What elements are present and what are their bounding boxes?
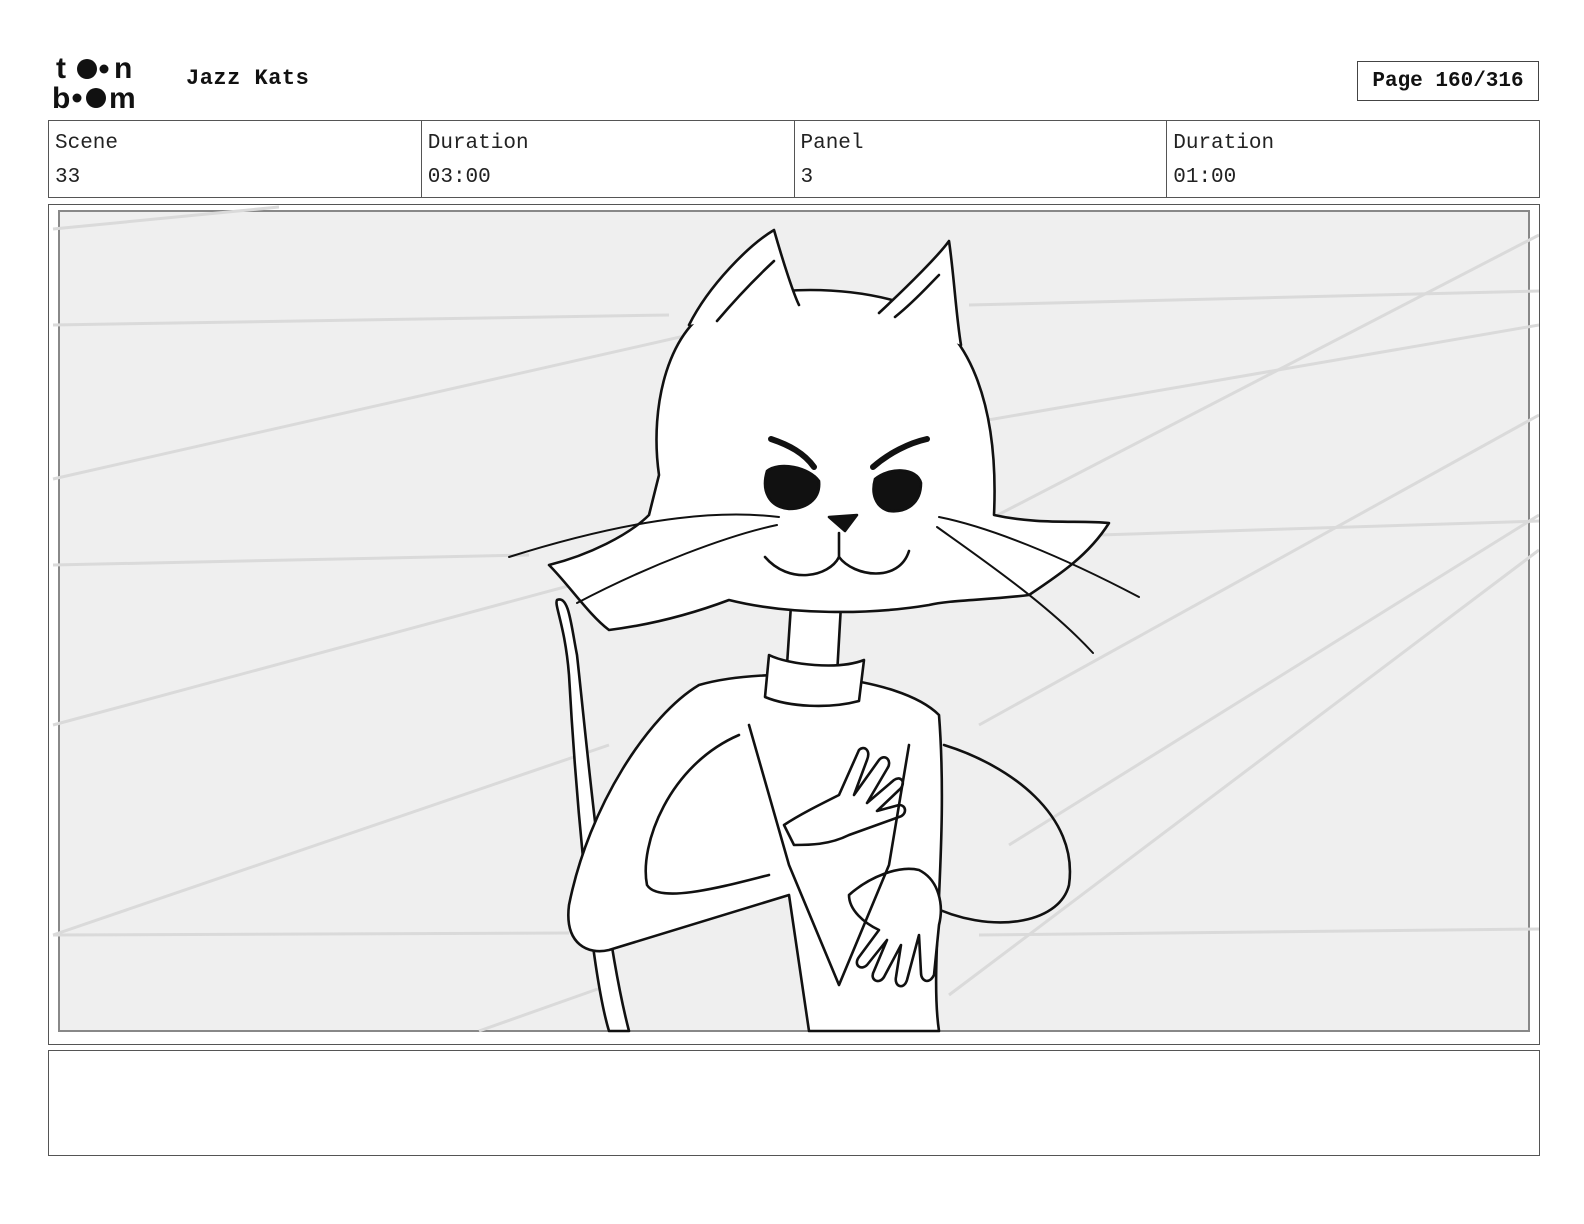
panel-notes <box>48 1050 1540 1156</box>
svg-text:t: t <box>56 52 66 85</box>
scene-value: 33 <box>55 166 81 189</box>
panel-cell: Panel 3 <box>795 121 1168 197</box>
scene-duration-label: Duration <box>427 132 529 155</box>
scene-label: Scene <box>55 132 119 155</box>
scene-duration-cell: Duration 03:00 <box>422 121 795 197</box>
svg-text:m: m <box>109 82 136 110</box>
panel-duration-cell: Duration 01:00 <box>1167 121 1539 197</box>
scene-duration-value: 03:00 <box>427 166 491 189</box>
panel-label: Panel <box>800 132 864 155</box>
panel-duration-label: Duration <box>1173 132 1275 155</box>
project-title: Jazz Kats <box>186 66 310 91</box>
svg-text:n: n <box>114 52 132 85</box>
scene-info-table: Scene 33 Duration 03:00 Panel 3 Duration… <box>48 120 1540 198</box>
storyboard-panel <box>48 204 1540 1045</box>
toon-boom-logo: t n b m <box>52 52 136 110</box>
panel-drawing <box>49 205 1539 1044</box>
panel-value: 3 <box>800 166 814 189</box>
page-indicator: Page 160/316 <box>1357 61 1539 101</box>
panel-duration-value: 01:00 <box>1173 166 1237 189</box>
svg-text:b: b <box>52 82 70 110</box>
scene-cell: Scene 33 <box>49 121 422 197</box>
